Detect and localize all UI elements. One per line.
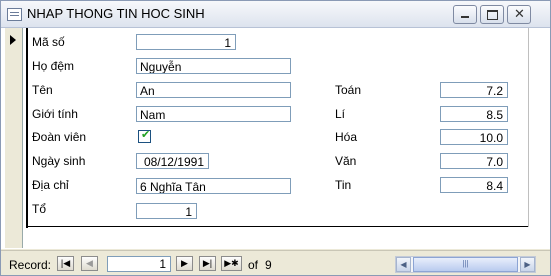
gioi-tinh-label: Giới tính [32,107,78,121]
total-records: 9 [265,258,272,272]
new-record-icon: ▶✱ [224,258,239,268]
tin-field[interactable]: 8.4 [440,177,508,193]
minimize-button[interactable] [453,5,477,24]
first-record-icon: |◀ [60,258,71,268]
title-bar[interactable]: NHAP THONG TIN HOC SINH ✕ [1,1,550,28]
ngay-sinh-label: Ngày sinh [32,154,86,168]
form-window: NHAP THONG TIN HOC SINH ✕ Mã số Họ đệm T… [0,0,551,276]
current-record-icon [10,35,16,45]
gioi-tinh-field[interactable]: Nam [136,106,291,122]
ten-field[interactable]: An [136,82,291,98]
record-label: Record: [9,258,52,272]
next-record-button[interactable]: ▶ [176,256,193,271]
grip-icon: ||| [462,259,469,268]
scroll-left-button[interactable]: ◀ [396,257,411,272]
horizontal-scrollbar[interactable]: ◀ ||| ▶ [395,256,536,273]
new-record-button[interactable]: ▶✱ [221,256,242,271]
first-record-button[interactable]: |◀ [57,256,74,271]
checkmark-icon: ✔ [141,129,151,141]
van-field[interactable]: 7.0 [440,153,508,169]
scroll-thumb[interactable]: ||| [413,257,518,272]
ho-dem-field[interactable]: Nguyễn [136,58,291,74]
previous-record-button[interactable]: ◀ [81,256,98,271]
section-divider-right [528,28,529,227]
close-icon: ✕ [514,6,525,21]
scroll-right-button[interactable]: ▶ [520,257,535,272]
tin-label: Tin [335,178,352,192]
last-record-button[interactable]: ▶| [199,256,216,271]
ma-so-label: Mã số [32,35,65,49]
close-button[interactable]: ✕ [507,5,531,24]
section-divider-left [26,28,28,228]
next-record-icon: ▶ [181,258,188,268]
minimize-icon [461,16,469,18]
doan-vien-label: Đoàn viên [32,130,87,144]
ma-so-field[interactable]: 1 [136,34,236,50]
toan-field[interactable]: 7.2 [440,82,508,98]
scroll-right-icon: ▶ [524,260,531,269]
window-title: NHAP THONG TIN HOC SINH [27,6,205,21]
of-text: of [248,258,259,272]
maximize-icon [487,10,498,20]
record-navigation-bar: Record: |◀ ◀ 1 ▶ ▶| ▶✱ of 9 ◀ ||| ▶ [1,250,550,275]
scroll-left-icon: ◀ [400,260,407,269]
van-label: Văn [335,154,357,168]
form-icon [7,8,22,21]
previous-record-icon: ◀ [86,258,93,268]
last-record-icon: ▶| [202,258,213,268]
dia-chi-field[interactable]: 6 Nghĩa Tân [136,178,291,194]
li-label: Lí [335,107,346,121]
ngay-sinh-field[interactable]: 08/12/1991 [136,153,209,169]
doan-vien-checkbox[interactable]: ✔ [138,129,151,143]
ho-dem-label: Họ đệm [32,59,75,73]
hoa-label: Hóa [335,130,358,144]
current-record-field[interactable]: 1 [107,256,171,272]
form-body: Mã số Họ đệm Tên Giới tính Đoàn viên Ngà… [1,28,550,249]
hoa-field[interactable]: 10.0 [440,129,508,145]
maximize-button[interactable] [480,5,504,24]
ten-label: Tên [32,83,53,97]
li-field[interactable]: 8.5 [440,106,508,122]
section-divider-bottom [26,226,529,227]
to-label: Tổ [32,202,47,216]
dia-chi-label: Địa chỉ [32,178,69,192]
record-selector[interactable] [5,28,23,248]
to-field[interactable]: 1 [136,203,197,219]
toan-label: Toán [335,83,362,97]
